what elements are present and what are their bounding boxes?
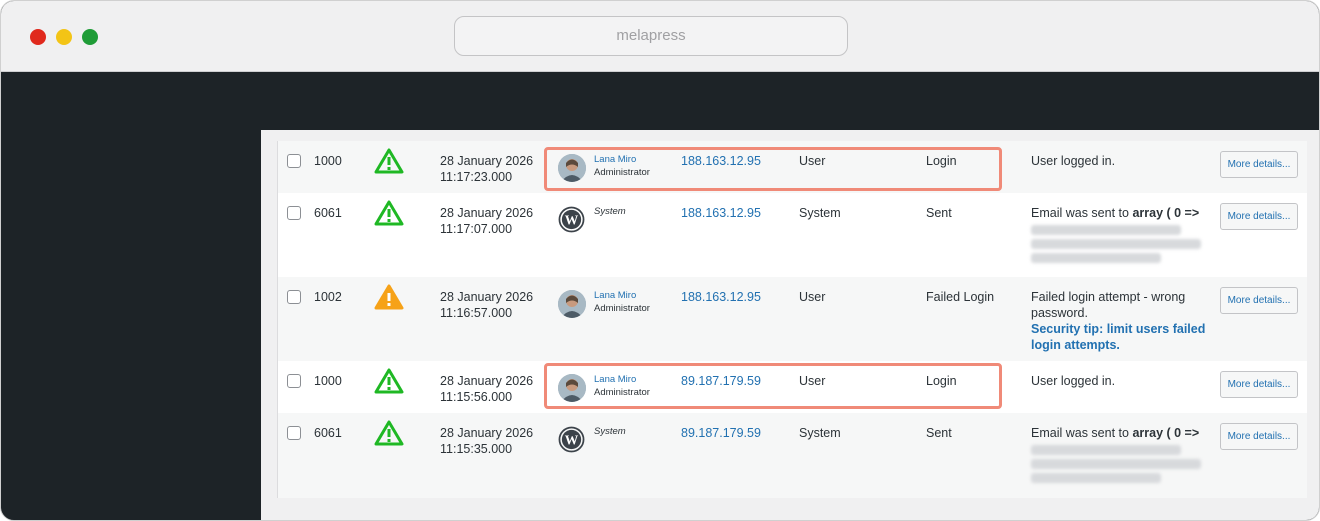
maximize-window-button[interactable] [82, 29, 98, 45]
more-details-button[interactable]: More details... [1220, 423, 1298, 450]
security-tip-link[interactable]: Security tip: limit users failed login a… [1031, 322, 1205, 352]
event-type: Sent [926, 426, 952, 440]
user-info: System [594, 206, 626, 217]
row-checkbox[interactable] [287, 154, 301, 168]
event-date: 28 January 2026 11:15:35.000 [440, 426, 534, 456]
event-message: User logged in. [1031, 374, 1116, 388]
redacted-text [1031, 253, 1161, 263]
row-checkbox[interactable] [287, 374, 301, 388]
event-type: Sent [926, 206, 952, 220]
orange-warning-icon [374, 284, 404, 310]
address-bar[interactable]: melapress [454, 16, 848, 56]
event-message: Failed login attempt - wrong password. Se… [1031, 290, 1206, 352]
object-type: System [799, 426, 841, 440]
event-id: 6061 [314, 426, 342, 440]
row-checkbox[interactable] [287, 290, 301, 304]
more-details-button[interactable]: More details... [1220, 287, 1298, 314]
ip-address-link[interactable]: 188.163.12.95 [681, 205, 761, 221]
user-info: Lana Miro Administrator [594, 289, 650, 314]
close-window-button[interactable] [30, 29, 46, 45]
event-type: Failed Login [926, 290, 995, 304]
event-id: 1000 [314, 154, 342, 168]
wordpress-icon: W [558, 426, 585, 453]
browser-window: melapress 1000 28 January 2026 11:17:23.0… [0, 0, 1320, 521]
ip-address-link[interactable]: 188.163.12.95 [681, 289, 761, 305]
user-info: System [594, 426, 626, 437]
browser-titlebar: melapress [1, 1, 1319, 72]
highlight-frame [544, 363, 1002, 409]
redacted-text [1031, 239, 1201, 249]
object-type: System [799, 206, 841, 220]
green-warning-icon [374, 148, 404, 174]
event-message: Email was sent to array ( 0 => [1031, 205, 1206, 265]
event-message: User logged in. [1031, 154, 1116, 168]
more-details-button[interactable]: More details... [1220, 203, 1298, 230]
event-message: Email was sent to array ( 0 => [1031, 425, 1206, 485]
avatar [558, 290, 586, 318]
green-warning-icon [374, 200, 404, 226]
object-type: User [799, 290, 826, 304]
row-checkbox[interactable] [287, 206, 301, 220]
row-checkbox[interactable] [287, 426, 301, 440]
svg-text:W: W [565, 432, 579, 447]
table-row: 6061 28 January 2026 11:15:35.000 W Syste… [278, 413, 1307, 498]
minimize-window-button[interactable] [56, 29, 72, 45]
activity-log-table: 1000 28 January 2026 11:17:23.000 Lana Mi… [277, 141, 1307, 498]
redacted-text [1031, 459, 1201, 469]
ip-address-link[interactable]: 89.187.179.59 [681, 425, 761, 441]
more-details-button[interactable]: More details... [1220, 371, 1298, 398]
redacted-text [1031, 225, 1181, 235]
event-id: 1002 [314, 290, 342, 304]
redacted-text [1031, 445, 1181, 455]
event-date: 28 January 2026 11:16:57.000 [440, 290, 534, 320]
user-name-link[interactable]: Lana Miro [594, 289, 650, 302]
more-details-button[interactable]: More details... [1220, 151, 1298, 178]
table-row: 1002 28 January 2026 11:16:57.000 Lana Mi… [278, 277, 1307, 361]
highlight-frame [544, 147, 1002, 191]
event-id: 6061 [314, 206, 342, 220]
event-date: 28 January 2026 11:17:23.000 [440, 154, 534, 184]
green-warning-icon [374, 420, 404, 446]
redacted-text [1031, 473, 1161, 483]
event-date: 28 January 2026 11:15:56.000 [440, 374, 534, 404]
table-row: 6061 28 January 2026 11:17:07.000 W Syste… [278, 193, 1307, 277]
green-warning-icon [374, 368, 404, 394]
wordpress-icon: W [558, 206, 585, 233]
svg-text:W: W [565, 212, 579, 227]
event-date: 28 January 2026 11:17:07.000 [440, 206, 534, 236]
event-id: 1000 [314, 374, 342, 388]
